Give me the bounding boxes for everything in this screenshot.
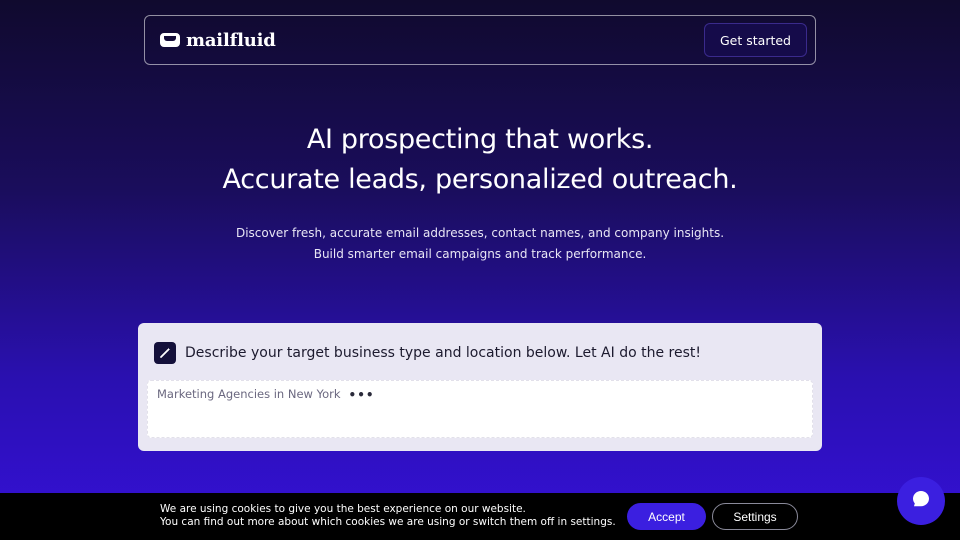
business-search-input[interactable]: Marketing Agencies in New York ••• <box>147 380 813 438</box>
cookie-message-line-1: We are using cookies to give you the bes… <box>160 503 526 515</box>
ai-prompt-card: Describe your target business type and l… <box>138 323 822 451</box>
chat-bubble-icon <box>911 489 931 513</box>
hero-subtitle-line-2: Build smarter email campaigns and track … <box>313 247 647 261</box>
magic-wand-icon <box>154 342 176 364</box>
prompt-input-text: Marketing Agencies in New York <box>157 387 341 401</box>
get-started-button[interactable]: Get started <box>704 23 807 57</box>
accept-cookies-button[interactable]: Accept <box>627 503 706 530</box>
cookie-message: We are using cookies to give you the bes… <box>160 503 616 529</box>
cookie-banner: We are using cookies to give you the bes… <box>0 493 960 540</box>
logo[interactable]: mailfluid <box>160 30 276 51</box>
hero-title: AI prospecting that works. Accurate lead… <box>0 120 960 200</box>
hero-subtitle-line-1: Discover fresh, accurate email addresses… <box>235 226 725 240</box>
prompt-header: Describe your target business type and l… <box>147 333 813 373</box>
hero-subtitle: Discover fresh, accurate email addresses… <box>0 223 960 265</box>
chat-launcher-button[interactable] <box>897 477 945 525</box>
cookie-message-line-2: You can find out more about which cookie… <box>160 516 616 528</box>
logo-text: mailfluid <box>186 29 276 51</box>
top-navbar: mailfluid Get started <box>144 15 816 65</box>
typing-dots-icon: ••• <box>348 388 375 402</box>
cookie-settings-button[interactable]: Settings <box>712 503 798 530</box>
hero-title-line-2: Accurate leads, personalized outreach. <box>222 164 738 195</box>
mail-tray-icon <box>160 33 180 47</box>
prompt-label: Describe your target business type and l… <box>185 345 701 361</box>
hero-title-line-1: AI prospecting that works. <box>306 124 654 155</box>
